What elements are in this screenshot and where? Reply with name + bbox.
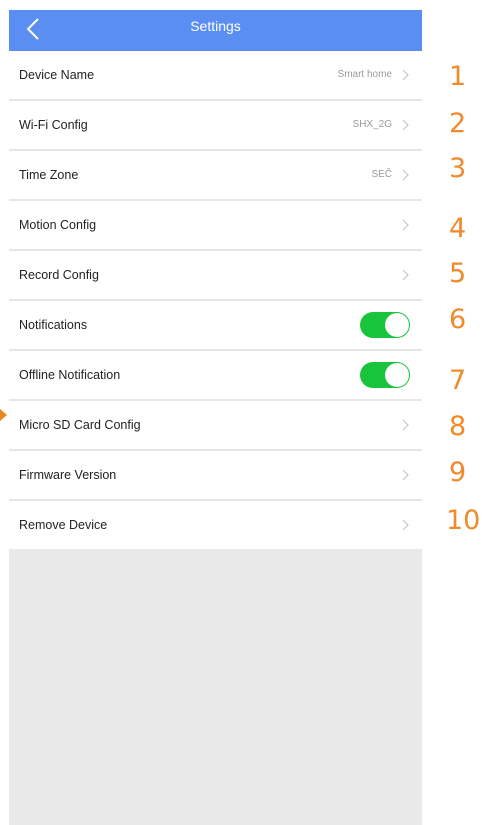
row-offline-notification: Offline Notification	[9, 351, 422, 401]
row-firmware-version[interactable]: Firmware Version	[9, 451, 422, 501]
settings-screen: Settings Device Name Smart home Wi-Fi Co…	[9, 10, 422, 825]
toggle-knob	[385, 313, 409, 337]
row-label: Notifications	[19, 318, 88, 332]
row-value: SEČ	[371, 169, 392, 180]
annotation-number: 1	[449, 61, 467, 92]
row-label: Remove Device	[19, 518, 108, 532]
chevron-right-icon	[402, 69, 409, 81]
offline-notification-toggle[interactable]	[360, 362, 410, 388]
toggle-knob	[385, 363, 409, 387]
chevron-right-icon	[402, 269, 409, 281]
annotation-number: 8	[449, 411, 467, 442]
chevron-right-icon	[402, 169, 409, 181]
chevron-right-icon	[402, 119, 409, 131]
chevron-right-icon	[402, 519, 409, 531]
row-label: Offline Notification	[19, 368, 121, 382]
annotation-number: 2	[449, 108, 467, 139]
chevron-right-icon	[402, 419, 409, 431]
annotation-number: 3	[449, 153, 467, 184]
annotation-number: 7	[449, 365, 467, 396]
row-label: Firmware Version	[19, 468, 117, 482]
row-device-name[interactable]: Device Name Smart home	[9, 51, 422, 101]
annotation-number: 6	[449, 304, 467, 335]
settings-list: Device Name Smart home Wi-Fi Config SHX_…	[9, 51, 422, 549]
row-label: Device Name	[19, 68, 95, 82]
row-label: Time Zone	[19, 168, 79, 182]
row-time-zone[interactable]: Time Zone SEČ	[9, 151, 422, 201]
row-value: Smart home	[337, 69, 392, 80]
app-header: Settings	[9, 10, 422, 51]
notifications-toggle[interactable]	[360, 312, 410, 338]
row-wifi-config[interactable]: Wi-Fi Config SHX_2G	[9, 101, 422, 151]
annotation-number: 10	[446, 505, 481, 536]
annotation-number: 5	[449, 258, 467, 289]
row-label: Wi-Fi Config	[19, 118, 88, 132]
page-title: Settings	[190, 18, 241, 34]
chevron-right-icon	[402, 219, 409, 231]
row-micro-sd-card-config[interactable]: Micro SD Card Config	[9, 401, 422, 451]
row-value: SHX_2G	[352, 119, 392, 130]
row-record-config[interactable]: Record Config	[9, 251, 422, 301]
arrow-marker-icon	[0, 409, 7, 421]
row-label: Record Config	[19, 268, 99, 282]
row-label: Micro SD Card Config	[19, 418, 141, 432]
row-motion-config[interactable]: Motion Config	[9, 201, 422, 251]
row-notifications: Notifications	[9, 301, 422, 351]
row-remove-device[interactable]: Remove Device	[9, 501, 422, 549]
chevron-right-icon	[402, 469, 409, 481]
annotation-number: 9	[449, 457, 467, 488]
row-label: Motion Config	[19, 218, 97, 232]
annotation-number: 4	[449, 213, 467, 244]
